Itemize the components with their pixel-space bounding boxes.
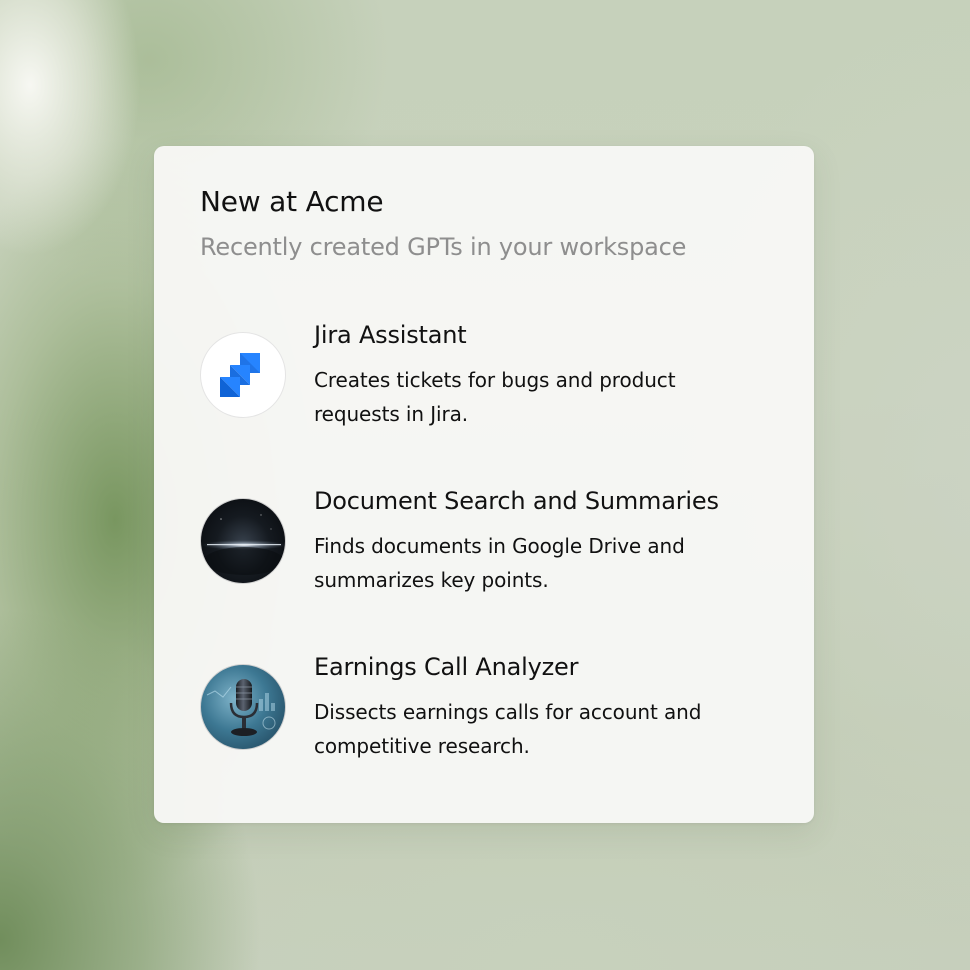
microphone-icon — [200, 664, 286, 750]
gpt-item-earnings-call-analyzer[interactable]: Earnings Call Analyzer Dissects earnings… — [200, 653, 780, 784]
jira-logo-icon — [200, 332, 286, 418]
gpt-name: Earnings Call Analyzer — [314, 653, 579, 681]
gpt-description: Creates tickets for bugs and product req… — [314, 368, 676, 426]
gpt-item-document-search[interactable]: Document Search and Summaries Finds docu… — [200, 487, 780, 618]
new-gpts-card: New at Acme Recently created GPTs in you… — [154, 146, 814, 823]
card-subtitle: Recently created GPTs in your workspace — [200, 233, 687, 261]
dark-horizon-glow-icon — [200, 498, 286, 584]
gpt-name: Document Search and Summaries — [314, 487, 719, 515]
gpt-item-jira-assistant[interactable]: Jira Assistant Creates tickets for bugs … — [200, 321, 780, 452]
gpt-description: Dissects earnings calls for account and … — [314, 700, 702, 758]
card-title: New at Acme — [200, 185, 384, 218]
gpt-description: Finds documents in Google Drive and summ… — [314, 534, 685, 592]
gpt-name: Jira Assistant — [314, 321, 467, 349]
